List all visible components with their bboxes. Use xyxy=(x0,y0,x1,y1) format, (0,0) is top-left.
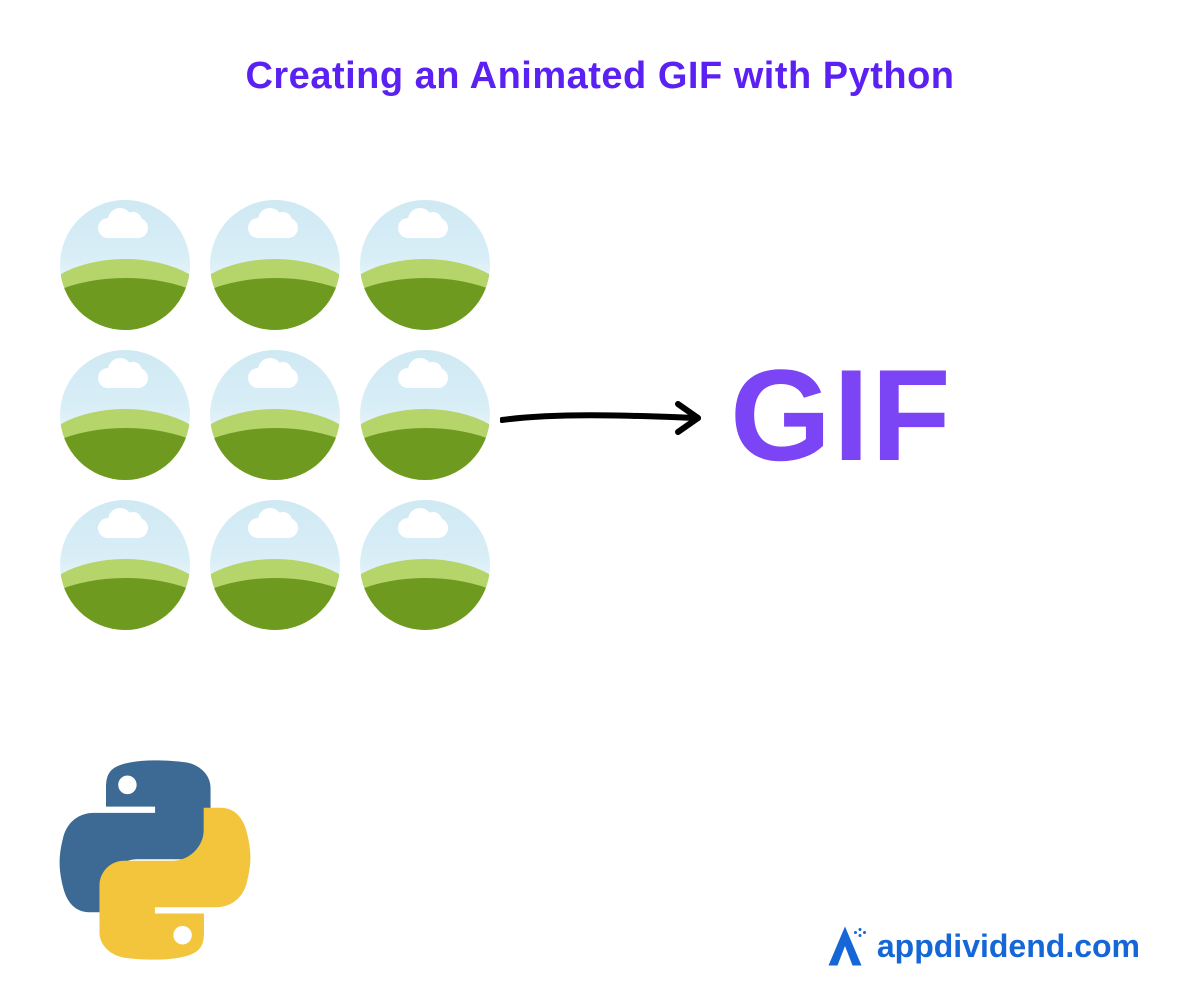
frames-grid xyxy=(60,200,490,630)
python-logo-icon xyxy=(55,760,255,960)
landscape-circle-icon xyxy=(360,500,490,630)
appdividend-logo-icon xyxy=(821,922,869,970)
landscape-circle-icon xyxy=(210,350,340,480)
landscape-circle-icon xyxy=(60,200,190,330)
landscape-circle-icon xyxy=(360,350,490,480)
landscape-circle-icon xyxy=(360,200,490,330)
brand-text: appdividend.com xyxy=(877,928,1140,965)
landscape-circle-icon xyxy=(60,500,190,630)
arrow-right-icon xyxy=(500,398,720,438)
landscape-circle-icon xyxy=(210,500,340,630)
output-label: GIF xyxy=(730,340,953,490)
page-title: Creating an Animated GIF with Python xyxy=(0,55,1200,98)
landscape-circle-icon xyxy=(210,200,340,330)
brand-watermark: appdividend.com xyxy=(821,922,1140,970)
landscape-circle-icon xyxy=(60,350,190,480)
